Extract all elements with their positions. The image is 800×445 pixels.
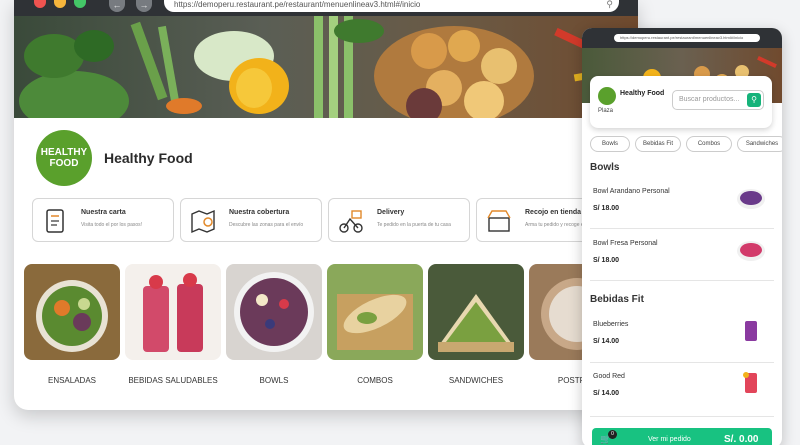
- product-thumbnail[interactable]: [736, 240, 766, 262]
- category-label-combos[interactable]: COMBOS: [320, 376, 430, 385]
- info-card-nuestra-cobertura[interactable]: Nuestra cobertura Descubre las zonas par…: [180, 198, 322, 242]
- mobile-browser-toolbar: https://demoperu.restaurant.pe/restauran…: [582, 28, 782, 48]
- delivery-icon: [339, 210, 363, 233]
- tab-sandwiches[interactable]: Sandwiches: [737, 136, 782, 152]
- product-price: S/ 18.00: [593, 257, 620, 264]
- view-order-button[interactable]: 🛒 0 Ver mi pedido S/. 0.00: [592, 428, 772, 445]
- category-label-ensaladas[interactable]: ENSALADAS: [17, 376, 127, 385]
- product-price: S/ 14.00: [593, 390, 620, 397]
- divider: [590, 416, 774, 417]
- map-pin-icon: [191, 209, 215, 234]
- back-arrow-icon[interactable]: ←: [109, 0, 125, 12]
- cart-total: S/. 0.00: [724, 434, 759, 445]
- info-card-desc: Descubre las zonas para el envío: [229, 222, 304, 228]
- divider: [590, 280, 774, 281]
- mobile-location: Plaza: [598, 108, 614, 114]
- tab-bebidas-fit[interactable]: Bebidas Fit: [635, 136, 681, 152]
- category-image-combos[interactable]: [327, 264, 423, 360]
- search-icon[interactable]: ⚲: [747, 93, 761, 107]
- product-thumbnail[interactable]: [736, 320, 766, 342]
- category-image-sandwiches[interactable]: [428, 264, 524, 360]
- address-bar[interactable]: https://demoperu.restaurant.pe/restauran…: [164, 0, 619, 12]
- minimize-window-button[interactable]: [54, 0, 66, 8]
- info-card-desc: Te pedido en la puerta de tu casa: [377, 222, 451, 228]
- brand-name: Healthy Food: [104, 150, 193, 166]
- product-name[interactable]: Bowl Fresa Personal: [593, 240, 658, 247]
- category-image-ensaladas[interactable]: [24, 264, 120, 360]
- product-name[interactable]: Blueberries: [593, 321, 628, 328]
- mobile-address-bar[interactable]: https://demoperu.restaurant.pe/restauran…: [614, 34, 760, 42]
- info-card-title: Recojo en tienda: [525, 209, 582, 216]
- category-image-bowls[interactable]: [226, 264, 322, 360]
- mobile-address-bar-url: https://demoperu.restaurant.pe/restauran…: [620, 35, 744, 40]
- category-label-bowls[interactable]: BOWLS: [219, 376, 329, 385]
- maximize-window-button[interactable]: [74, 0, 86, 8]
- mobile-preview: https://demoperu.restaurant.pe/restauran…: [582, 28, 782, 445]
- forward-arrow-icon[interactable]: →: [136, 0, 152, 12]
- info-card-title: Nuestra cobertura: [229, 209, 290, 216]
- section-title-bebidas-fit: Bebidas Fit: [590, 294, 644, 305]
- address-bar-url: https://demoperu.restaurant.pe/restauran…: [174, 0, 421, 9]
- info-card-title: Delivery: [377, 209, 405, 216]
- product-thumbnail[interactable]: [736, 188, 766, 210]
- search-icon[interactable]: ⚲: [606, 0, 613, 9]
- brand-logo: HEALTHY FOOD: [36, 130, 92, 186]
- desktop-browser-window: ← → https://demoperu.restaurant.pe/resta…: [14, 0, 638, 410]
- category-label-sandwiches[interactable]: SANDWICHES: [421, 376, 531, 385]
- search-input[interactable]: Buscar productos... ⚲: [672, 90, 764, 110]
- cart-count-badge: 0: [608, 430, 617, 439]
- menu-icon: [46, 209, 64, 233]
- mobile-brand-logo: [598, 87, 616, 105]
- category-label-bebidas-saludables[interactable]: BEBIDAS SALUDABLES: [118, 376, 228, 385]
- view-order-label: Ver mi pedido: [648, 436, 691, 443]
- info-card-desc: Visita todo el por los pasos!: [81, 222, 143, 228]
- browser-toolbar: ← → https://demoperu.restaurant.pe/resta…: [14, 0, 638, 16]
- store-pickup-icon: [487, 210, 511, 232]
- section-title-bowls: Bowls: [590, 162, 620, 173]
- tab-combos[interactable]: Combos: [686, 136, 732, 152]
- product-name[interactable]: Good Red: [593, 373, 625, 380]
- info-card-delivery[interactable]: Delivery Te pedido en la puerta de tu ca…: [328, 198, 470, 242]
- product-thumbnail[interactable]: [736, 372, 766, 394]
- divider: [590, 362, 774, 363]
- mobile-brand-name: Healthy Food: [620, 90, 665, 97]
- product-price: S/ 18.00: [593, 205, 620, 212]
- category-image-bebidas-saludables[interactable]: [125, 264, 221, 360]
- info-card-title: Nuestra carta: [81, 209, 126, 216]
- mobile-header-card: Healthy Food Plaza Buscar productos... ⚲: [590, 76, 772, 128]
- brand-logo-text: HEALTHY FOOD: [40, 147, 88, 169]
- close-window-button[interactable]: [34, 0, 46, 8]
- product-name[interactable]: Bowl Arandano Personal: [593, 188, 670, 195]
- info-card-nuestra-carta[interactable]: Nuestra carta Visita todo el por los pas…: [32, 198, 174, 242]
- divider: [590, 228, 774, 229]
- hero-banner-image: [14, 16, 638, 118]
- product-price: S/ 14.00: [593, 338, 620, 345]
- tab-bowls[interactable]: Bowls: [590, 136, 630, 152]
- search-placeholder: Buscar productos...: [679, 96, 740, 103]
